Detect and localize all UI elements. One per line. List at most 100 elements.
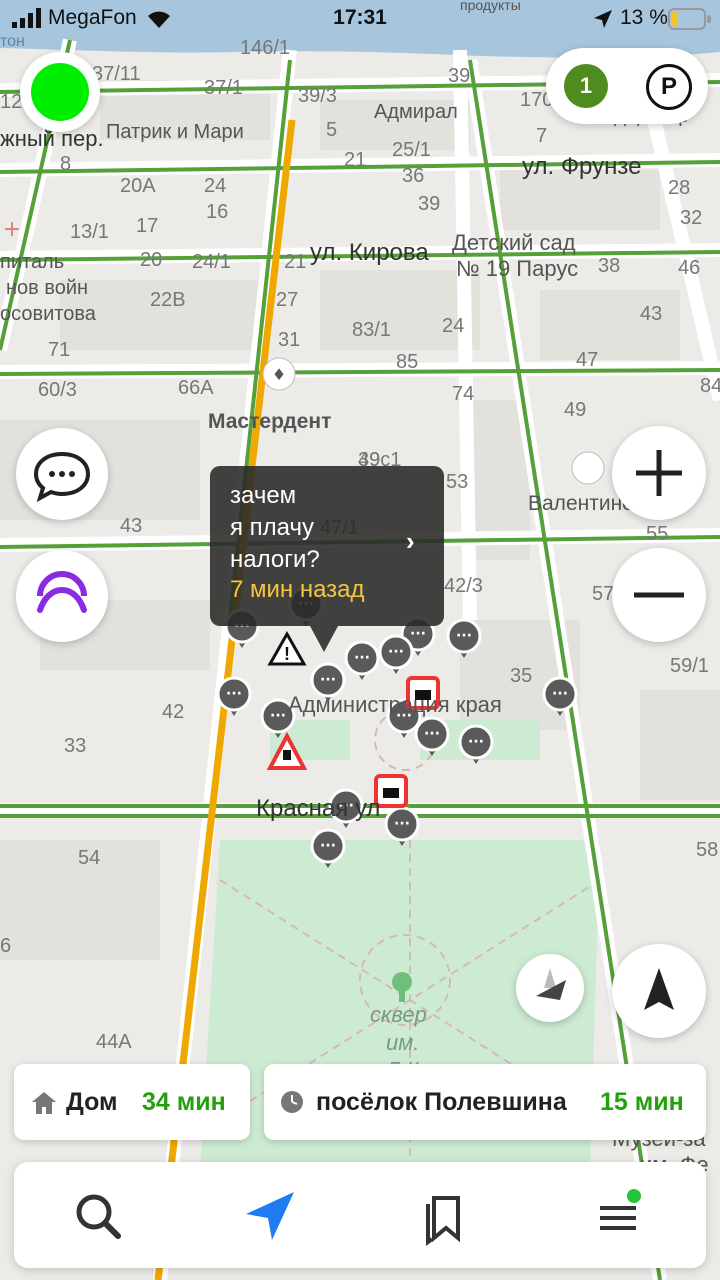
warning-sign-icon[interactable]: ! (267, 630, 307, 666)
clock-icon (281, 1091, 303, 1113)
poi-label: Детский сад (452, 230, 576, 255)
building-number: 38 (598, 255, 620, 277)
svg-text:···: ··· (226, 686, 242, 702)
tooth-poi-icon[interactable]: ♦ (262, 357, 296, 391)
hotel-poi-icon[interactable] (571, 451, 605, 485)
building-number: 83/1 (352, 319, 391, 341)
compass-icon (536, 968, 566, 1000)
building-number: 37/11 (92, 63, 141, 85)
building-number: 24 (204, 175, 226, 197)
parking-button[interactable]: P (646, 64, 692, 110)
street-label: ул. Кирова (310, 239, 429, 266)
road-event-popup[interactable]: зачем я плачу налоги? › 7 мин назад (210, 466, 444, 626)
route-recent-label: посёлок Полевшина (316, 1088, 567, 1116)
building-number: 39 (418, 193, 440, 215)
building-number: 20 (140, 249, 162, 271)
svg-text:···: ··· (456, 628, 472, 644)
building-number: 35 (510, 665, 532, 687)
building-number: 57 (592, 583, 614, 605)
route-home-time: 34 мин (142, 1088, 226, 1116)
svg-text:+: + (3, 217, 21, 242)
building-number: 5 (326, 119, 337, 141)
building-number: 12 (0, 91, 22, 113)
building-number: 36 (402, 165, 424, 187)
comment-marker-icon[interactable]: ··· (344, 640, 380, 680)
building-number: 21 (284, 251, 306, 273)
svg-text:···: ··· (320, 838, 336, 854)
building-number: 84 (700, 375, 720, 397)
building-number: 24/1 (192, 251, 231, 273)
building-number: 20А (120, 175, 156, 197)
home-icon (32, 1092, 56, 1114)
popup-tail (310, 626, 338, 652)
building-number: 37/1 (204, 77, 243, 99)
svg-text:···: ··· (394, 816, 410, 832)
poi-label: Адмирал (374, 101, 458, 123)
location-arrow-icon (594, 10, 612, 28)
building-number: 53 (446, 471, 468, 493)
building-number: 13/1 (70, 221, 109, 243)
poi-label: им. (386, 1030, 419, 1055)
route-recent-card[interactable]: посёлок Полевшина 15 мин (264, 1064, 706, 1140)
route-tab[interactable] (240, 1186, 300, 1246)
battery-icon (668, 8, 711, 30)
building-number: 59/1 (670, 655, 709, 677)
street-label: Красная ул (256, 795, 380, 822)
svg-text:···: ··· (552, 686, 568, 702)
layers-pill: 1 P (546, 48, 708, 124)
zoom-out-button[interactable] (612, 548, 706, 642)
svg-text:!: ! (284, 644, 290, 664)
zoom-in-button[interactable] (612, 426, 706, 520)
poi-label: сквер (370, 1002, 427, 1027)
bookmarks-tab[interactable] (414, 1186, 474, 1246)
search-icon (76, 1194, 121, 1239)
traffic-toggle-button[interactable] (20, 52, 100, 132)
building-number: 33 (64, 735, 86, 757)
building-number: 44А (96, 1031, 132, 1053)
road-events-chat-button[interactable] (16, 428, 108, 520)
search-tab[interactable] (68, 1186, 128, 1246)
poi-label: Мастердент (208, 410, 331, 433)
minus-icon (634, 592, 684, 598)
traffic-score-badge[interactable]: 1 (564, 64, 608, 108)
building-number: 85 (396, 351, 418, 373)
building-number: 24 (442, 315, 464, 337)
building-number: 22В (150, 289, 186, 311)
poi-label: питаль (0, 251, 64, 273)
building-number: 74 (452, 383, 474, 405)
svg-text:···: ··· (424, 726, 440, 742)
building-number: 39 (448, 65, 470, 87)
svg-text:···: ··· (388, 644, 404, 660)
my-location-button[interactable] (612, 944, 706, 1038)
building-number: 7 (536, 125, 547, 147)
street-label: ул. Фрунзе (522, 153, 641, 180)
poi-label: Администрация края (288, 692, 502, 717)
building-number: 28 (668, 177, 690, 199)
svg-text:···: ··· (410, 626, 426, 642)
building-number: 6 (0, 935, 11, 957)
route-home-card[interactable]: Дом 34 мин (14, 1064, 250, 1140)
navigation-arrow-icon (246, 1192, 294, 1240)
poi-label: осовитова (0, 303, 97, 325)
building-number: 39/3 (298, 85, 337, 107)
comment-marker-icon[interactable]: ··· (378, 634, 414, 674)
svg-text:···: ··· (270, 708, 286, 724)
notification-dot (627, 1189, 641, 1203)
building-number: 46 (678, 257, 700, 279)
plus-icon (636, 450, 682, 496)
clock: 17:31 (333, 6, 387, 29)
svg-text:···: ··· (354, 650, 370, 666)
accident-sign-icon[interactable] (374, 774, 408, 808)
building-number: 21 (344, 149, 366, 171)
compass-button[interactable] (516, 954, 584, 1022)
building-number: 58 (696, 839, 718, 861)
alice-button[interactable] (16, 550, 108, 642)
building-number: 42 (162, 701, 184, 723)
svg-text:···: ··· (468, 734, 484, 750)
bottom-tab-bar (14, 1162, 706, 1268)
battery-percent: 13 % (620, 6, 668, 29)
menu-tab[interactable] (588, 1186, 648, 1246)
event-time: 7 мин назад (230, 576, 365, 603)
hospital-poi-icon: + (3, 217, 21, 242)
building-number: 32 (680, 207, 702, 229)
